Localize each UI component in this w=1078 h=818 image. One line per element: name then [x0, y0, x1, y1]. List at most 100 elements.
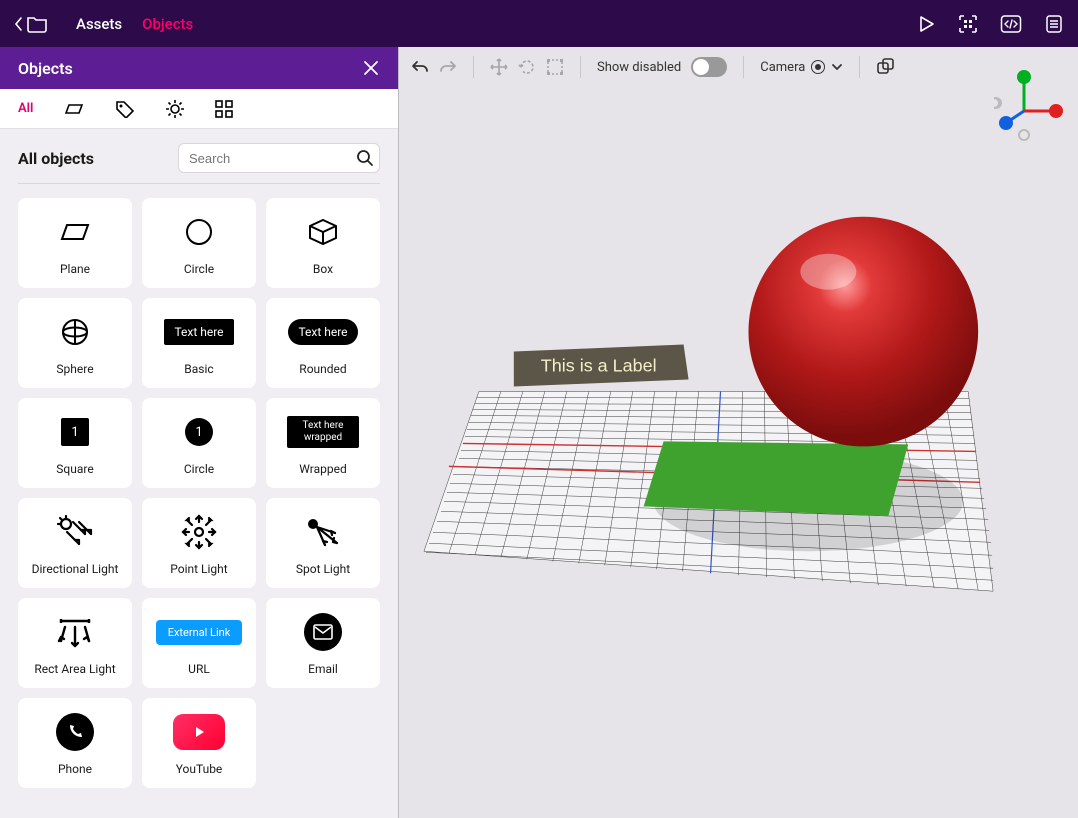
section-title: All objects	[18, 149, 94, 168]
object-spot-light[interactable]: Spot Light	[266, 498, 380, 588]
panel-filters: All	[0, 89, 398, 129]
back-to-folder[interactable]	[14, 14, 48, 34]
topbar-left: Assets Objects	[14, 14, 193, 34]
sphere-highlight	[800, 254, 856, 290]
object-label: Spot Light	[296, 562, 350, 576]
search-icon	[356, 149, 374, 167]
object-rect-area-light[interactable]: Rect Area Light	[18, 598, 132, 688]
tab-objects[interactable]: Objects	[142, 15, 193, 33]
filter-labels[interactable]	[115, 100, 135, 118]
tag-icon	[115, 100, 135, 118]
circle-badge-icon: 1	[185, 410, 213, 454]
spot-light-icon	[303, 510, 343, 554]
filter-lights[interactable]	[165, 99, 185, 119]
scene-label[interactable]: This is a Label	[514, 345, 689, 387]
object-label: URL	[188, 662, 210, 676]
object-label-rounded[interactable]: Text here Rounded	[266, 298, 380, 388]
search-input[interactable]	[178, 143, 380, 173]
square-badge-icon: 1	[61, 410, 89, 454]
qr-button[interactable]	[958, 14, 978, 34]
object-label-basic[interactable]: Text here Basic	[142, 298, 256, 388]
panel-header: Objects	[0, 47, 398, 89]
object-label: Rect Area Light	[34, 662, 115, 676]
basic-chip-icon: Text here	[164, 310, 233, 354]
object-phone[interactable]: Phone	[18, 698, 132, 788]
sphere-icon	[60, 310, 90, 354]
youtube-icon	[173, 710, 225, 754]
phone-icon	[56, 710, 94, 754]
play-icon	[916, 14, 936, 34]
chip-text: Text here	[164, 319, 233, 345]
document-icon	[1044, 14, 1064, 34]
plane-icon	[58, 210, 92, 254]
filter-shapes[interactable]	[63, 101, 85, 117]
play-button[interactable]	[916, 14, 936, 34]
close-button[interactable]	[362, 59, 380, 77]
viewport-area: Show disabled Camera	[399, 47, 1078, 818]
panel-search-row: All objects	[0, 129, 398, 183]
code-icon	[1000, 14, 1022, 34]
red-sphere[interactable]	[748, 217, 978, 447]
object-plane[interactable]: Plane	[18, 198, 132, 288]
object-box[interactable]: Box	[266, 198, 380, 288]
axis-gizmo[interactable]	[994, 67, 1064, 141]
object-label: Box	[313, 262, 333, 276]
object-label: Email	[308, 662, 338, 676]
grid-icon	[215, 100, 233, 118]
sun-icon	[165, 99, 185, 119]
object-label: Wrapped	[299, 462, 347, 476]
directional-light-icon	[55, 510, 95, 554]
folder-icon	[26, 14, 48, 34]
qr-icon	[958, 14, 978, 34]
object-sphere[interactable]: Sphere	[18, 298, 132, 388]
object-label: Sphere	[56, 362, 93, 376]
filter-misc[interactable]	[215, 100, 233, 118]
email-icon	[304, 610, 342, 654]
plane-shape-icon	[63, 101, 85, 117]
topbar-tabs: Assets Objects	[76, 15, 193, 33]
code-button[interactable]	[1000, 14, 1022, 34]
rounded-chip-icon: Text here	[288, 310, 357, 354]
object-label: Basic	[184, 362, 213, 376]
object-label: Phone	[58, 762, 92, 776]
object-label: Circle	[184, 462, 214, 476]
chip-text: External Link	[156, 620, 243, 645]
object-badge-square[interactable]: 1 Square	[18, 398, 132, 488]
chevron-left-icon	[14, 16, 24, 32]
viewport-3d[interactable]: This is a Label	[399, 47, 1078, 817]
external-link-pill-icon: External Link	[156, 610, 243, 654]
objects-grid: Plane Circle Box	[0, 184, 398, 802]
object-point-light[interactable]: Point Light	[142, 498, 256, 588]
rect-area-light-icon	[55, 610, 95, 654]
object-badge-circle[interactable]: 1 Circle	[142, 398, 256, 488]
panel-title: Objects	[18, 59, 73, 78]
green-plane[interactable]	[644, 441, 909, 516]
wrapped-chip-icon: Text here wrapped	[287, 410, 359, 454]
badge-number: 1	[185, 418, 213, 446]
object-label: Rounded	[299, 362, 346, 376]
circle-icon	[184, 210, 214, 254]
app-topbar: Assets Objects	[0, 0, 1078, 47]
badge-number: 1	[61, 418, 89, 446]
object-directional-light[interactable]: Directional Light	[18, 498, 132, 588]
filter-all[interactable]: All	[18, 101, 33, 116]
docs-button[interactable]	[1044, 14, 1064, 34]
object-label: Square	[56, 462, 93, 476]
close-icon	[362, 59, 380, 77]
object-label: YouTube	[176, 762, 223, 776]
scene-label-text: This is a Label	[541, 356, 657, 376]
chip-text: Text here wrapped	[287, 416, 359, 448]
object-youtube[interactable]: YouTube	[142, 698, 256, 788]
object-label: Circle	[184, 262, 214, 276]
point-light-icon	[180, 510, 218, 554]
axis-gizmo-icon	[994, 67, 1064, 141]
search-button[interactable]	[356, 149, 374, 167]
object-circle[interactable]: Circle	[142, 198, 256, 288]
object-label: Point Light	[170, 562, 227, 576]
object-label-wrapped[interactable]: Text here wrapped Wrapped	[266, 398, 380, 488]
tab-assets[interactable]: Assets	[76, 15, 122, 33]
object-email[interactable]: Email	[266, 598, 380, 688]
object-url[interactable]: External Link URL	[142, 598, 256, 688]
object-label: Directional Light	[32, 562, 119, 576]
objects-panel: Objects All	[0, 47, 399, 818]
